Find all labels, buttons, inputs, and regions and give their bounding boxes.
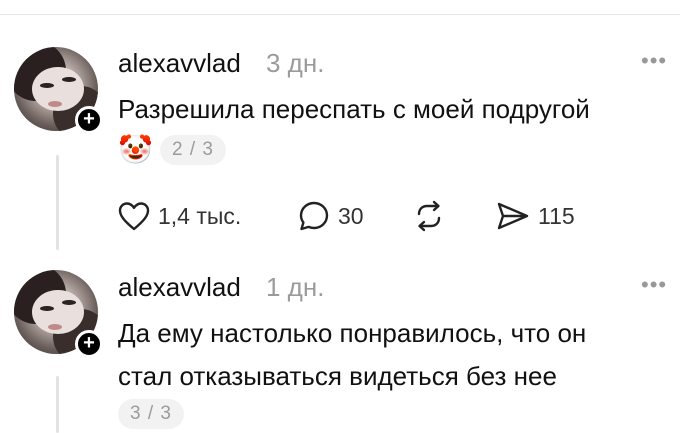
thread-line [56,376,59,433]
avatar-lips [48,101,62,107]
comment-text-line-1: Да ему настолько понравилось, что он [118,318,587,348]
comment-text: Разрешила переспать с моей подругой [118,94,590,124]
timestamp: 1 дн. [266,272,325,302]
reply-count: 30 [338,202,364,229]
share-count: 115 [538,202,575,229]
send-icon [497,202,529,230]
like-count: 1,4 тыс. [158,202,242,229]
page-indicator: 3 / 3 [118,399,184,429]
reply-button[interactable]: 30 [298,198,364,234]
avatar-eye [40,83,54,88]
thread-line [56,155,59,250]
follow-plus-icon[interactable]: + [75,330,103,358]
more-dots-icon[interactable]: ••• [641,272,667,298]
avatar-eye [62,77,76,82]
avatar-eye [62,300,76,305]
avatar-eye [40,306,54,311]
like-button[interactable]: 1,4 тыс. [118,198,241,234]
heart-icon [118,202,150,231]
timestamp: 3 дн. [266,48,325,78]
follow-plus-icon[interactable]: + [75,106,103,134]
comment-bubble-icon [299,201,329,231]
username[interactable]: alexavvlad [118,272,241,303]
more-dots-icon[interactable]: ••• [641,48,667,74]
top-divider [0,14,680,15]
page-indicator: 2 / 3 [160,135,226,165]
clown-emoji: 🤡 [118,134,153,165]
comment-text-line-2: стал отказываться видеться без нее [118,361,557,391]
share-button[interactable]: 115 [496,198,575,234]
avatar-lips [48,324,62,330]
username[interactable]: alexavvlad [118,48,241,79]
repost-icon [417,200,441,232]
repost-button[interactable] [412,198,446,234]
